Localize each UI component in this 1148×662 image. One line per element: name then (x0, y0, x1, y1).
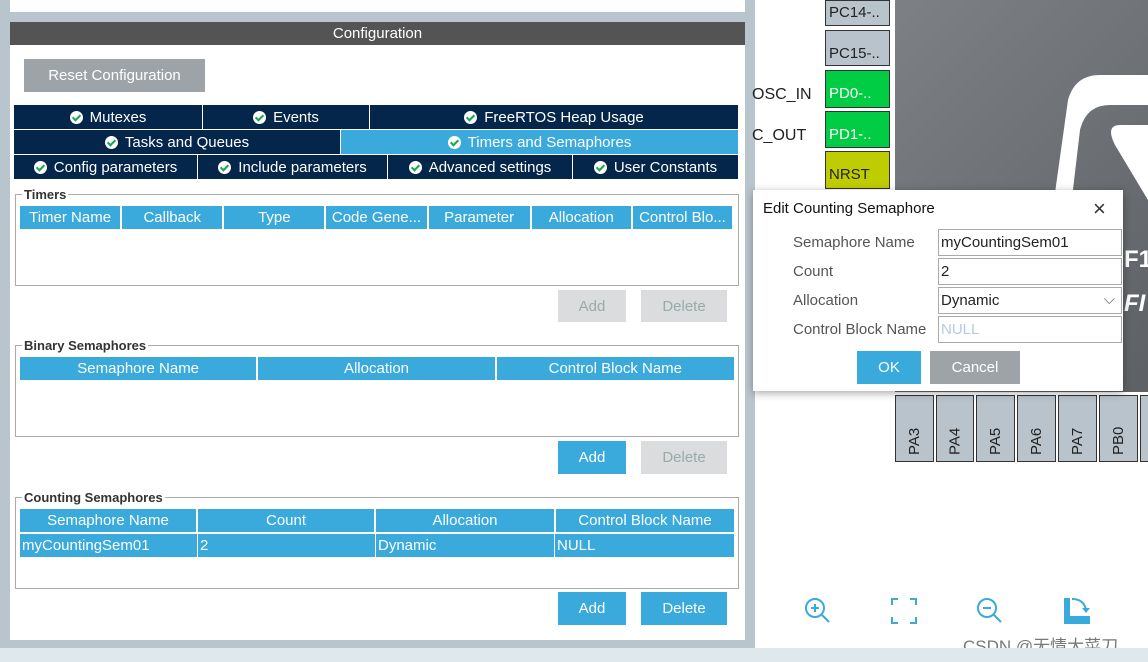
column-header[interactable]: Control Block Name (556, 509, 734, 532)
edit-counting-semaphore-dialog: Edit Counting Semaphore × Semaphore Name… (753, 190, 1123, 391)
allocation-value: Dynamic (941, 292, 1000, 309)
tab-include-parameters[interactable]: Include parameters (198, 155, 388, 179)
count-label: Count (793, 263, 834, 280)
check-icon (69, 110, 83, 124)
check-icon (408, 160, 422, 174)
timers-group: Timers Timer Name Callback Type Code Gen… (15, 187, 739, 286)
column-header[interactable]: Allocation (258, 357, 495, 380)
cell-count: 2 (198, 534, 376, 557)
counting-add-button[interactable]: Add (558, 592, 626, 625)
ok-button[interactable]: OK (857, 351, 921, 384)
reset-configuration-button[interactable]: Reset Configuration (24, 59, 205, 92)
column-header[interactable]: Code Gene... (326, 206, 427, 229)
tab-events[interactable]: Events (203, 105, 370, 129)
allocation-select[interactable]: Dynamic ⌵ (938, 287, 1122, 314)
configuration-header: Configuration (10, 22, 745, 45)
fit-screen-icon[interactable] (889, 596, 919, 626)
top-panel (10, 0, 745, 12)
check-icon (593, 160, 607, 174)
control-block-input[interactable]: NULL (938, 316, 1122, 343)
cell-name: myCountingSem01 (20, 534, 198, 557)
chevron-down-icon: ⌵ (1103, 291, 1115, 308)
allocation-label: Allocation (793, 292, 859, 309)
pin-pa5[interactable]: PA5 (976, 395, 1015, 462)
tab-timers-semaphores[interactable]: Timers and Semaphores (341, 130, 738, 154)
tab-heap-usage[interactable]: FreeRTOS Heap Usage (370, 105, 738, 129)
tab-user-constants[interactable]: User Constants (573, 155, 738, 179)
binary-semaphores-group: Binary Semaphores Semaphore Name Allocat… (15, 338, 739, 437)
timers-add-button[interactable]: Add (558, 290, 626, 322)
pin-label: OSC_IN (752, 86, 812, 103)
cell-control-block: NULL (555, 534, 734, 557)
pin-pa4[interactable]: PA4 (936, 395, 974, 462)
binary-delete-button[interactable]: Delete (641, 441, 727, 474)
tab-tasks-queues[interactable]: Tasks and Queues (14, 130, 341, 154)
bottom-bar (0, 648, 1148, 662)
check-icon (218, 160, 232, 174)
counting-semaphores-title: Counting Semaphores (22, 490, 165, 505)
check-icon (104, 135, 118, 149)
check-icon (33, 160, 47, 174)
cell-allocation: Dynamic (376, 534, 555, 557)
pin-pa6[interactable]: PA6 (1017, 395, 1056, 462)
tab-advanced-settings[interactable]: Advanced settings (388, 155, 573, 179)
counting-table-header: Semaphore Name Count Allocation Control … (20, 509, 734, 532)
pin-pd1[interactable]: PD1-.. (825, 111, 890, 148)
binary-table-header: Semaphore Name Allocation Control Block … (20, 357, 734, 380)
column-header[interactable]: Count (198, 509, 374, 532)
column-header[interactable]: Timer Name (20, 206, 121, 229)
tab-config-parameters[interactable]: Config parameters (14, 155, 198, 179)
column-header[interactable]: Semaphore Name (20, 509, 196, 532)
semaphore-name-label: Semaphore Name (793, 234, 915, 251)
check-icon (464, 110, 478, 124)
binary-add-button[interactable]: Add (558, 441, 626, 474)
counting-semaphores-group: Counting Semaphores Semaphore Name Count… (15, 490, 739, 589)
column-header[interactable]: Type (224, 206, 325, 229)
check-icon (447, 135, 461, 149)
pin-pa7[interactable]: PA7 (1058, 395, 1097, 462)
timers-delete-button[interactable]: Delete (641, 290, 727, 322)
semaphore-name-input[interactable]: myCountingSem01 (938, 229, 1122, 256)
chip-label: FI (1124, 290, 1146, 317)
dialog-title: Edit Counting Semaphore (763, 200, 935, 217)
table-row[interactable]: myCountingSem01 2 Dynamic NULL (20, 534, 734, 557)
cancel-button[interactable]: Cancel (930, 351, 1020, 384)
count-input[interactable]: 2 (938, 258, 1122, 285)
pin-partial[interactable] (1140, 395, 1148, 462)
column-header[interactable]: Allocation (376, 509, 554, 532)
column-header[interactable]: Control Block Name (496, 357, 734, 380)
pin-pa3[interactable]: PA3 (895, 395, 934, 462)
timers-title: Timers (22, 187, 69, 202)
pin-pc14[interactable]: PC14-.. (825, 0, 890, 26)
zoom-in-icon[interactable] (803, 596, 833, 626)
check-icon (253, 110, 267, 124)
column-header[interactable]: Control Blo... (632, 206, 733, 229)
pin-pc15[interactable]: PC15-.. (825, 30, 890, 66)
column-header[interactable]: Semaphore Name (20, 357, 257, 380)
rotate-view-icon[interactable] (1062, 596, 1092, 626)
column-header[interactable]: Allocation (531, 206, 631, 229)
tab-mutexes[interactable]: Mutexes (14, 105, 203, 129)
chip-label: F1 (1124, 246, 1148, 273)
zoom-out-icon[interactable] (975, 596, 1005, 626)
pin-pb0[interactable]: PB0 (1099, 395, 1138, 462)
pin-nrst[interactable]: NRST (825, 151, 890, 189)
pin-pd0[interactable]: PD0-.. (825, 70, 890, 108)
binary-semaphores-title: Binary Semaphores (22, 338, 149, 353)
column-header[interactable]: Callback (122, 206, 223, 229)
column-header[interactable]: Parameter (428, 206, 530, 229)
counting-delete-button[interactable]: Delete (641, 592, 727, 625)
timers-table-header: Timer Name Callback Type Code Gene... Pa… (20, 206, 734, 229)
close-icon[interactable]: × (1093, 196, 1106, 222)
control-block-label: Control Block Name (793, 321, 927, 338)
pin-label: C_OUT (752, 127, 807, 144)
